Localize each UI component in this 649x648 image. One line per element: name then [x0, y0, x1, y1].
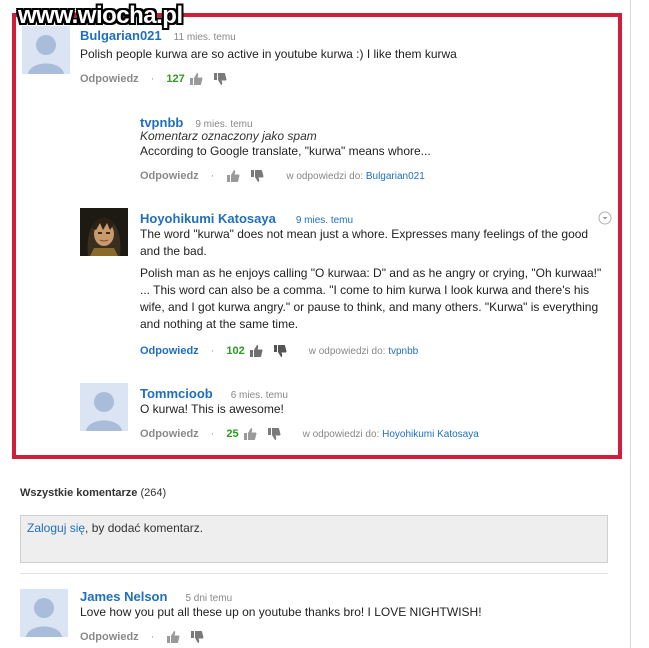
divider [20, 573, 608, 574]
comment-login-box[interactable]: Zaloguj się, by dodać komentarz. [20, 515, 608, 563]
separator-dot: · [150, 631, 155, 643]
default-avatar-icon [20, 589, 68, 637]
avatar[interactable] [20, 589, 68, 637]
comment-time: 5 dni temu [185, 593, 233, 604]
login-prompt-text: , by dodać komentarz. [85, 521, 204, 535]
comment-text: Love how you put all these up on youtube… [80, 605, 482, 619]
site-watermark: www.wiocha.pl [18, 2, 183, 29]
comment-author[interactable]: James Nelson [80, 589, 167, 604]
thumbs-up-icon[interactable] [166, 630, 180, 644]
thumbs-down-icon[interactable] [190, 630, 204, 644]
highlight-frame [12, 13, 622, 459]
comment-actions: Odpowiedz · [80, 630, 214, 644]
all-comments-heading: Wszystkie komentarze (264) [20, 487, 166, 499]
all-comments-count: (264) [140, 487, 167, 499]
all-comments-label: Wszystkie komentarze [20, 487, 138, 499]
reply-button[interactable]: Odpowiedz [80, 631, 139, 643]
login-link[interactable]: Zaloguj się [27, 521, 85, 535]
